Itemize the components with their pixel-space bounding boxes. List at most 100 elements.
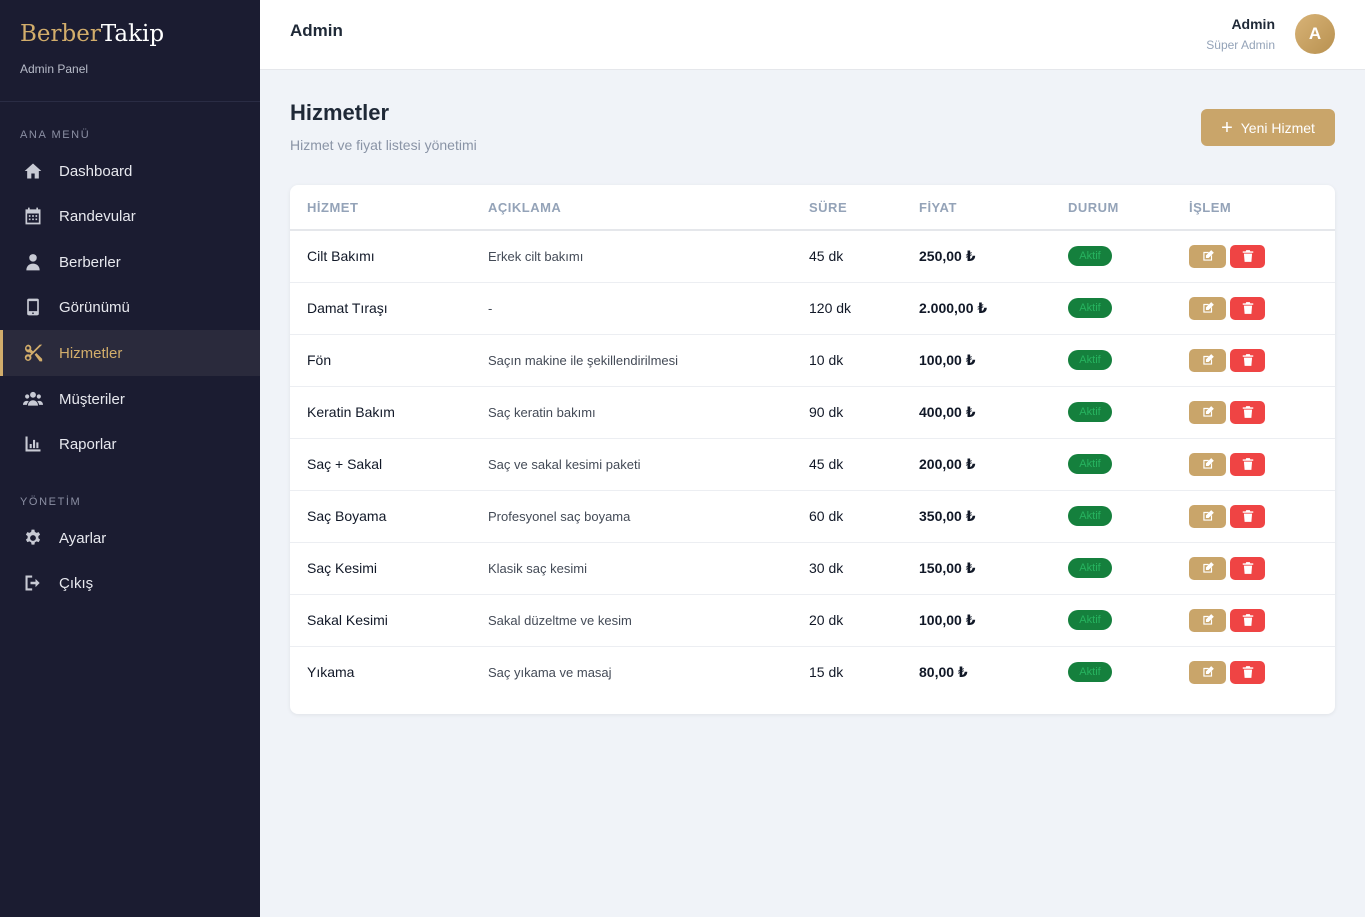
service-actions [1172,594,1335,647]
service-duration: 90 dk [792,386,902,439]
service-price: 100,00 ₺ [902,594,1051,647]
sidebar-item-randevular[interactable]: Randevular [0,193,260,239]
brand-subtitle: Admin Panel [20,62,89,76]
topbar-title: Admin [290,21,343,40]
chart-icon [22,433,44,455]
delete-button[interactable] [1230,400,1265,424]
service-description: - [471,282,792,335]
sidebar-item-hizmetler[interactable]: Hizmetler [0,330,260,376]
section-label-main: ANA MENÜ [20,129,91,141]
service-name: Saç Boyama [290,490,471,543]
new-service-button[interactable]: + Yeni Hizmet [1201,109,1335,146]
edit-button[interactable] [1189,244,1226,268]
sidebar-item-label: Müşteriler [59,390,125,408]
table-row: Keratin Bakım Saç keratin bakımı 90 dk 4… [290,386,1335,439]
sidebar-item-dashboard[interactable]: Dashboard [0,148,260,194]
service-price: 150,00 ₺ [902,542,1051,595]
edit-button[interactable] [1189,348,1226,372]
trash-icon [1242,250,1253,263]
user-info[interactable]: Admin Süper Admin [1206,16,1275,52]
trash-icon [1242,458,1253,470]
edit-icon [1202,250,1214,261]
service-description: Saç keratin bakımı [471,386,792,439]
table-row: Fön Saçın makine ile şekillendirilmesi 1… [290,334,1335,387]
status-badge: Aktif [1068,298,1112,318]
service-duration: 60 dk [792,490,902,543]
service-status-cell: Aktif [1051,594,1172,647]
service-actions [1172,230,1335,283]
table-row: Yıkama Saç yıkama ve masaj 15 dk 80,00 ₺… [290,646,1335,698]
service-price: 2.000,00 ₺ [902,282,1051,335]
sidebar-item-label: Raporlar [59,435,117,453]
status-badge: Aktif [1068,246,1112,267]
status-badge: Aktif [1068,558,1112,578]
service-duration: 45 dk [792,230,902,283]
scissors-icon [22,342,44,364]
status-badge: Aktif [1068,402,1112,422]
delete-button[interactable] [1230,504,1265,528]
edit-icon [1202,406,1214,417]
service-duration: 120 dk [792,282,902,335]
service-actions [1172,334,1335,387]
service-status-cell: Aktif [1051,438,1172,491]
plus-icon: + [1221,116,1233,139]
column-header-fiyat: FİYAT [902,185,1051,231]
edit-button[interactable] [1189,504,1226,528]
service-duration: 20 dk [792,594,902,647]
services-card: HİZMET AÇIKLAMA SÜRE FİYAT DURUM İŞLEM C… [290,185,1335,714]
table-header-row: HİZMET AÇIKLAMA SÜRE FİYAT DURUM İŞLEM [290,185,1335,231]
sidebar-item-ayarlar[interactable]: Ayarlar [0,515,260,561]
delete-button[interactable] [1230,348,1265,372]
edit-button[interactable] [1189,400,1226,424]
service-actions [1172,386,1335,439]
mobile-icon [22,296,44,318]
column-header-sure: SÜRE [792,185,902,231]
service-description: Erkek cilt bakımı [471,230,792,283]
delete-button[interactable] [1230,556,1265,580]
service-price: 80,00 ₺ [919,663,968,680]
service-name: Saç Kesimi [290,542,471,595]
sidebar-item-cikis[interactable]: Çıkış [0,560,260,606]
sidebar-item-gorunumu[interactable]: Görünümü [0,284,260,330]
delete-button[interactable] [1230,608,1265,632]
delete-button[interactable] [1230,452,1265,476]
service-status-cell: Aktif [1051,646,1172,698]
service-actions [1172,490,1335,543]
table-row: Cilt Bakımı Erkek cilt bakımı 45 dk 250,… [290,230,1335,283]
service-name: Cilt Bakımı [290,230,471,283]
service-status-cell: Aktif [1051,490,1172,543]
service-name: Fön [290,334,471,387]
edit-icon [1202,302,1214,313]
brand-logo[interactable]: BerberTakip [20,20,240,48]
service-duration: 10 dk [792,334,902,387]
sidebar-item-musteriler[interactable]: Müşteriler [0,376,260,422]
delete-button[interactable] [1230,244,1265,268]
brand: BerberTakip Admin Panel [0,0,260,102]
edit-button[interactable] [1189,660,1226,684]
service-price: 350,00 ₺ [902,490,1051,543]
service-description: Saç ve sakal kesimi paketi [471,438,792,491]
edit-button[interactable] [1189,452,1226,476]
service-description: Profesyonel saç boyama [471,490,792,543]
sidebar-item-berberler[interactable]: Berberler [0,239,260,285]
status-badge: Aktif [1068,662,1112,683]
table-row: Saç Boyama Profesyonel saç boyama 60 dk … [290,490,1335,543]
trash-icon [1242,302,1253,314]
edit-button[interactable] [1189,608,1226,632]
table-row: Sakal Kesimi Sakal düzeltme ve kesim 20 … [290,594,1335,647]
trash-icon [1242,666,1253,679]
service-actions [1172,542,1335,595]
sidebar-item-raporlar[interactable]: Raporlar [0,421,260,467]
edit-icon [1202,614,1214,625]
delete-button[interactable] [1230,660,1265,684]
avatar[interactable]: A [1295,14,1335,54]
delete-button[interactable] [1230,296,1265,320]
user-name: Admin [1231,16,1275,32]
service-status-cell: Aktif [1051,230,1172,283]
service-description: Sakal düzeltme ve kesim [471,594,792,647]
status-badge: Aktif [1068,506,1112,526]
edit-button[interactable] [1189,556,1226,580]
edit-button[interactable] [1189,296,1226,320]
new-service-label: Yeni Hizmet [1240,119,1315,136]
section-label-admin: YÖNETİM [20,496,82,508]
